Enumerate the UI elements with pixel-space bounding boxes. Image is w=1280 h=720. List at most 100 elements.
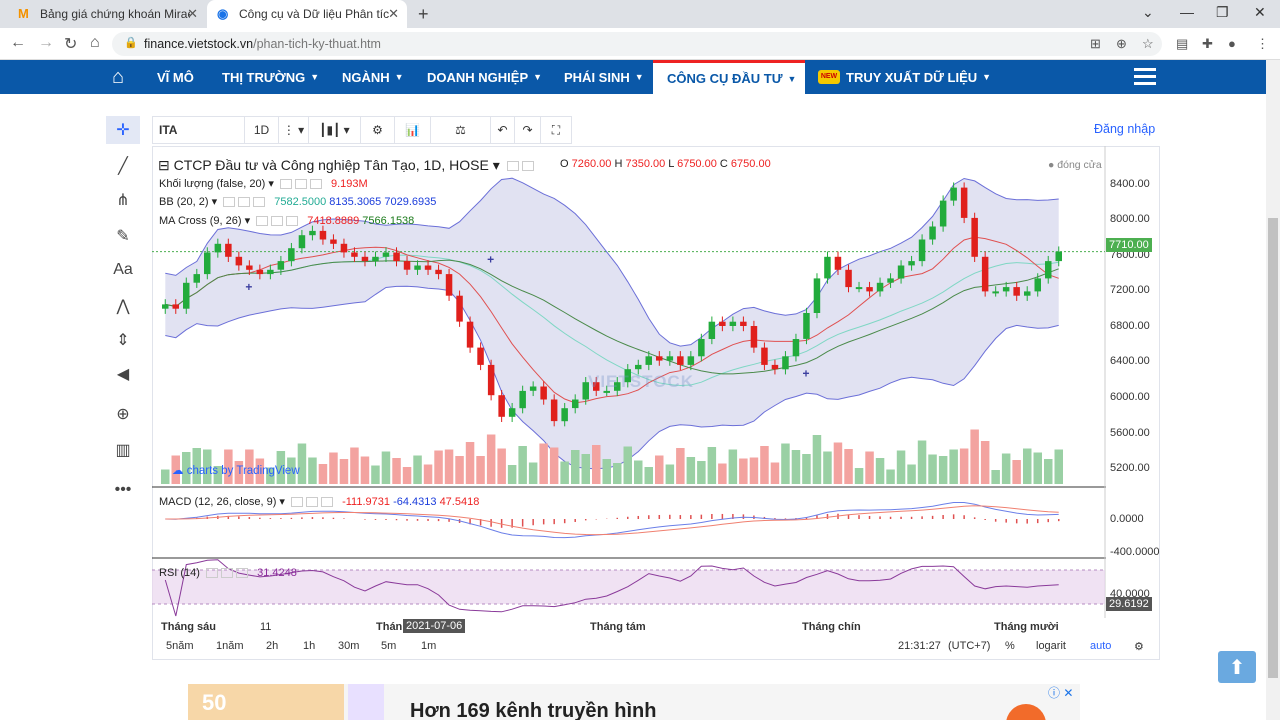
measure-icon[interactable]: ⇕ [106,326,140,354]
home-icon[interactable]: ⌂ [112,60,124,94]
candle-body [456,295,463,322]
pattern-icon[interactable]: ⋀ [106,292,140,320]
fullscreen-icon[interactable]: ⛶ [541,117,571,143]
back-icon[interactable]: ← [10,34,26,52]
range-5y[interactable]: 5năm [166,640,194,652]
new-tab-button[interactable]: + [418,4,429,25]
nav-vi-mo[interactable]: VĨ MÔ [157,60,194,94]
symbol-input[interactable]: ITA [153,117,245,143]
log-toggle[interactable]: logarit [1036,640,1066,652]
volume-bar [928,454,937,484]
ruler-icon[interactable]: ▥ [106,436,140,464]
volume-bar [434,450,443,484]
bb-legend: BB (20, 2) ▾ 7582.5000 8135.3065 7029.69… [159,196,437,208]
legend-toggle-icon[interactable] [506,161,519,172]
volume-bar [707,447,717,484]
settings-gear-icon[interactable]: ⚙ [1134,640,1144,653]
chevron-down-icon: ▼ [634,72,644,82]
puzzle-icon[interactable]: ✚ [1202,36,1213,52]
compare-icon[interactable]: ⚖ [431,117,491,143]
undo-icon[interactable]: ↶ [491,117,515,143]
range-30m[interactable]: 30m [338,640,359,652]
interval-select[interactable]: 1D [245,117,279,143]
menu-dots-icon[interactable]: ⋮ [1256,36,1269,52]
tab-vietstock[interactable]: ◉ Công cụ và Dữ liệu Phân tích kỹ thuật … [207,0,407,28]
redo-icon[interactable]: ↷ [515,117,541,143]
indicators-icon[interactable]: 📊 [395,117,431,143]
omnibox[interactable]: 🔒 finance.vietstock.vn/phan-tich-ky-thua… [112,32,1162,56]
ad-close-icon[interactable]: ⓘ ✕ [1048,684,1073,701]
text-tool-icon[interactable]: Aa [106,256,140,284]
scroll-top-button[interactable]: ⬆ [1218,651,1256,683]
tradingview-credit[interactable]: ☁ charts by TradingView [172,463,300,477]
candle-body [771,364,779,370]
maximize-icon[interactable]: ❐ [1216,4,1229,21]
nav-cong-cu-dau-tu[interactable]: CÔNG CỤ ĐẦU TƯ ▼ [653,60,805,94]
range-1m[interactable]: 1m [421,640,436,652]
ma-legend: MA Cross (9, 26) ▾ 7418.8889 7566.1538 [159,215,415,227]
range-1h[interactable]: 1h [303,640,315,652]
scrollbar-thumb[interactable] [1268,218,1278,678]
range-2h[interactable]: 2h [266,640,278,652]
candle-body [971,217,978,257]
volume-bar [938,456,948,484]
candle-body [382,252,390,257]
crosshair-date-label: 2021-07-06 [403,619,466,633]
brush-icon[interactable]: ✎ [106,222,140,250]
percent-toggle[interactable]: % [1005,640,1015,652]
volume-bar [896,450,906,484]
candle-body [750,326,758,348]
candle-body [540,386,547,400]
nav-doanh-nghiep[interactable]: DOANH NGHIỆP ▼ [427,60,542,94]
nav-truy-xuat-du-lieu[interactable]: NEW TRUY XUẤT DỮ LIỆU ▼ [818,60,991,94]
range-5m[interactable]: 5m [381,640,396,652]
login-link[interactable]: Đăng nhập [1094,122,1155,136]
tab-search-icon[interactable]: ⌄ [1142,4,1154,21]
nav-nganh[interactable]: NGÀNH ▼ [342,60,404,94]
nav-thi-truong[interactable]: THỊ TRƯỜNG ▼ [222,60,319,94]
price-axis[interactable]: 8400.00 8000.00 7600.00 7200.00 6800.00 … [1106,150,1160,620]
crosshair-icon[interactable]: ✛ [106,116,140,144]
legend-settings-icon[interactable] [521,161,534,172]
translate-icon[interactable]: ⊞ [1090,36,1101,52]
candle-body [813,278,821,313]
extension-icon[interactable]: ▤ [1176,36,1188,52]
range-1y[interactable]: 1năm [216,640,244,652]
more-dots-icon[interactable]: ••• [106,476,140,504]
volume-bar [791,450,801,484]
profile-avatar[interactable]: ● [1228,36,1236,51]
settings-gear-icon[interactable]: ⚙ [361,117,395,143]
chevron-down-icon: ▼ [310,72,320,82]
candle-body [330,239,337,244]
ohlc-legend: O 7260.00 H 7350.00 L 6750.00 C 6750.00 [560,158,771,170]
candle-body [918,239,926,262]
trend-line-icon[interactable]: ╱ [106,152,140,180]
ad-image: 50 [188,684,344,720]
lock-icon: 🔒 [124,37,138,49]
close-tab-icon[interactable]: ✕ [187,6,198,22]
volume-bar [539,443,548,484]
tab-mirae[interactable]: M Bảng giá chứng khoán Mirae Asset ✕ [8,0,206,28]
volume-bar [980,441,990,484]
time-axis[interactable]: Tháng sáu 11 Thán Tháng tám Tháng chín T… [152,619,1102,635]
reload-icon[interactable]: ↻ [64,34,77,54]
close-window-icon[interactable]: ✕ [1254,4,1266,21]
interval-dropdown-icon[interactable]: ⋮ ▾ [279,117,309,143]
home-icon[interactable]: ⌂ [90,34,100,52]
bookmark-star-icon[interactable]: ☆ [1142,36,1154,52]
fib-tool-icon[interactable]: ⋔ [106,186,140,214]
timezone[interactable]: (UTC+7) [948,640,990,652]
forward-icon[interactable]: → [38,34,54,52]
ad-banner[interactable]: 50 Hơn 169 kênh truyền hình [188,684,1080,720]
arrow-left-icon[interactable]: ◀ [106,360,140,388]
candle-body [666,356,674,361]
hamburger-menu-icon[interactable] [1134,68,1156,86]
candle-type-icon[interactable]: ┃▮┃ ▾ [309,117,361,143]
auto-toggle[interactable]: auto [1090,640,1111,652]
nav-phai-sinh[interactable]: PHÁI SINH ▼ [564,60,644,94]
candle-body [298,235,306,249]
zoom-icon[interactable]: ⊕ [1116,36,1127,52]
close-tab-icon[interactable]: ✕ [388,6,399,22]
zoom-in-icon[interactable]: ⊕ [106,400,140,428]
minimize-icon[interactable]: — [1180,4,1194,20]
